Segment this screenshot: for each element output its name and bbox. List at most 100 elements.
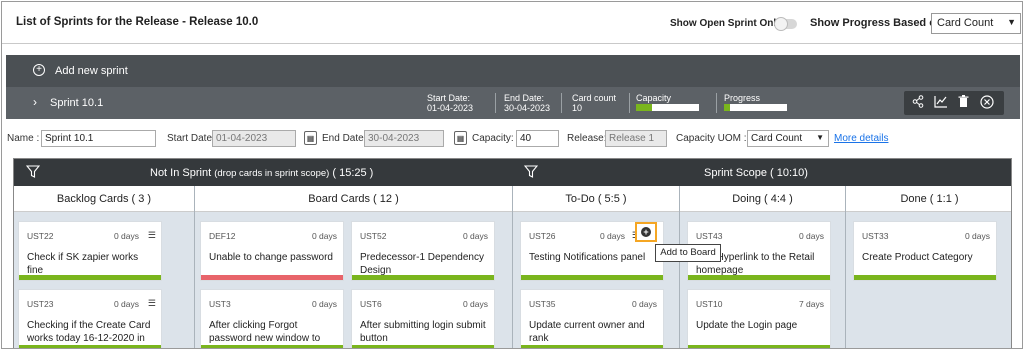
capacity-bar-fill xyxy=(636,104,652,111)
card-title: Check if SK zapier works fine xyxy=(27,252,139,276)
card-id: UST52 xyxy=(360,231,387,241)
card-title: After submitting login submit button xyxy=(360,320,486,344)
open-sprint-label: Show Open Sprint Only: xyxy=(670,18,785,29)
card-id: UST26 xyxy=(529,231,556,241)
card-days: 7 days xyxy=(798,299,824,309)
sprint-actions xyxy=(904,91,1004,115)
card-days: 0 days xyxy=(113,231,139,241)
card[interactable]: DEF12 0 days Unable to change password xyxy=(200,221,344,281)
card[interactable]: UST3 0 days After clicking Forgot passwo… xyxy=(200,289,344,348)
card[interactable]: UST10 7 days Update the Login page xyxy=(687,289,831,348)
start-date-label: Start Date: xyxy=(427,93,471,103)
subtasks-icon[interactable]: ☰ xyxy=(148,298,156,309)
add-to-board-button[interactable]: + xyxy=(635,222,657,242)
card-status-stripe xyxy=(854,275,996,280)
share-icon[interactable] xyxy=(912,95,924,111)
card-id: DEF12 xyxy=(209,231,236,241)
card-title: Predecessor-1 Dependency Design xyxy=(360,252,484,276)
calendar-icon[interactable]: ▦ xyxy=(304,131,317,145)
card-days: 0 days xyxy=(798,231,824,241)
filter-icon[interactable] xyxy=(26,165,40,179)
calendar-icon[interactable]: ▦ xyxy=(454,131,467,145)
close-circle-icon[interactable] xyxy=(980,95,994,112)
card-title: Unable to change password xyxy=(209,252,333,263)
capacity-bar xyxy=(636,104,699,111)
column-header-todo: To-Do ( 5:5 ) xyxy=(513,186,679,212)
chevron-right-icon[interactable]: › xyxy=(33,95,37,109)
card-status-stripe xyxy=(201,275,343,280)
card-id: UST10 xyxy=(696,299,723,309)
card-title: Testing Notifications panel xyxy=(529,252,646,263)
card-days: 0 days xyxy=(599,231,625,241)
card-title: Create Product Category xyxy=(862,252,973,263)
column-header-board: Board Cards ( 12 ) xyxy=(195,186,512,212)
start-date-value: 01-04-2023 xyxy=(427,103,474,113)
sprint-edit-form: Name : Sprint 10.1 Start Date: 01-04-202… xyxy=(2,128,1022,150)
toggle-knob[interactable] xyxy=(774,17,788,31)
column-divider xyxy=(679,186,680,348)
sprint-name-input[interactable]: Sprint 10.1 xyxy=(41,130,156,147)
card[interactable]: UST35 0 days Update current owner and ra… xyxy=(520,289,664,348)
card[interactable]: UST6 0 days After submitting login submi… xyxy=(351,289,495,348)
card[interactable]: UST33 0 days Create Product Category xyxy=(853,221,997,281)
chart-icon[interactable] xyxy=(934,95,948,111)
uom-value: Card Count xyxy=(751,133,803,144)
card-title: Update the Login page xyxy=(696,320,798,331)
start-date-form-label: Start Date: xyxy=(167,133,215,144)
add-sprint-bar[interactable]: + Add new sprint xyxy=(6,55,1020,87)
card-status-stripe xyxy=(201,345,343,348)
sprint-end-date: End Date: 30-04-2023 xyxy=(504,93,550,113)
open-sprint-toggle[interactable] xyxy=(774,17,797,31)
trash-icon[interactable] xyxy=(958,95,969,111)
add-sprint-label[interactable]: Add new sprint xyxy=(55,65,128,77)
filter-icon[interactable] xyxy=(524,165,538,179)
sprint-header-bar[interactable]: › Sprint 10.1 Start Date: 01-04-2023 End… xyxy=(6,87,1020,119)
card-id: UST43 xyxy=(696,231,723,241)
divider xyxy=(561,93,562,113)
uom-label: Capacity UOM : xyxy=(676,133,747,144)
divider xyxy=(716,93,717,113)
divider xyxy=(495,93,496,113)
plus-circle-icon[interactable]: + xyxy=(641,227,651,237)
end-date-label: End Date: xyxy=(504,93,545,103)
progress-based-select[interactable]: Card Count ▼ xyxy=(931,13,1021,34)
end-date-input[interactable]: 30-04-2023 xyxy=(364,130,444,147)
not-in-sprint-hint: (drop cards in sprint scope) xyxy=(214,168,330,179)
progress-based-label: Show Progress Based on : xyxy=(810,17,950,29)
uom-select[interactable]: Card Count ▼ xyxy=(747,130,829,147)
card-id: UST3 xyxy=(209,299,231,309)
card-days: 0 days xyxy=(631,299,657,309)
plus-circle-icon[interactable]: + xyxy=(33,64,45,76)
sprint-board: Not In Sprint (drop cards in sprint scop… xyxy=(13,158,1012,348)
column-header-backlog: Backlog Cards ( 3 ) xyxy=(14,186,194,212)
release-label: Release: xyxy=(567,133,607,144)
more-details-link[interactable]: More details xyxy=(834,133,888,144)
capacity-input[interactable]: 40 xyxy=(516,130,559,147)
card-status-stripe xyxy=(521,275,663,280)
progress-bar xyxy=(724,104,787,111)
card-count-label: Card count xyxy=(572,93,617,103)
card-id: UST23 xyxy=(27,299,54,309)
column-divider xyxy=(512,186,513,348)
card[interactable]: UST22 0 days ☰ Check if SK zapier works … xyxy=(18,221,162,281)
chevron-down-icon: ▼ xyxy=(816,133,824,142)
release-select[interactable]: Release 1 xyxy=(605,130,667,147)
subtasks-icon[interactable]: ☰ xyxy=(148,230,156,241)
card-days: 0 days xyxy=(311,231,337,241)
card[interactable]: UST23 0 days ☰ Checking if the Create Ca… xyxy=(18,289,162,348)
release-value: Release 1 xyxy=(609,133,655,144)
progress-bar-fill xyxy=(724,104,731,111)
sprint-name[interactable]: Sprint 10.1 xyxy=(50,97,103,109)
card-status-stripe xyxy=(352,345,494,348)
card-days: 0 days xyxy=(462,299,488,309)
card[interactable]: UST52 0 days Predecessor-1 Dependency De… xyxy=(351,221,495,281)
sprint-start-date: Start Date: 01-04-2023 xyxy=(427,93,473,113)
start-date-input[interactable]: 01-04-2023 xyxy=(212,130,296,147)
progress-based-value: Card Count xyxy=(937,17,994,29)
card-status-stripe xyxy=(521,345,663,348)
column-header-doing: Doing ( 4:4 ) xyxy=(680,186,845,212)
divider xyxy=(629,93,630,113)
name-label: Name : xyxy=(7,133,40,144)
card-title: Update current owner and rank xyxy=(529,320,645,344)
card-status-stripe xyxy=(688,345,830,348)
